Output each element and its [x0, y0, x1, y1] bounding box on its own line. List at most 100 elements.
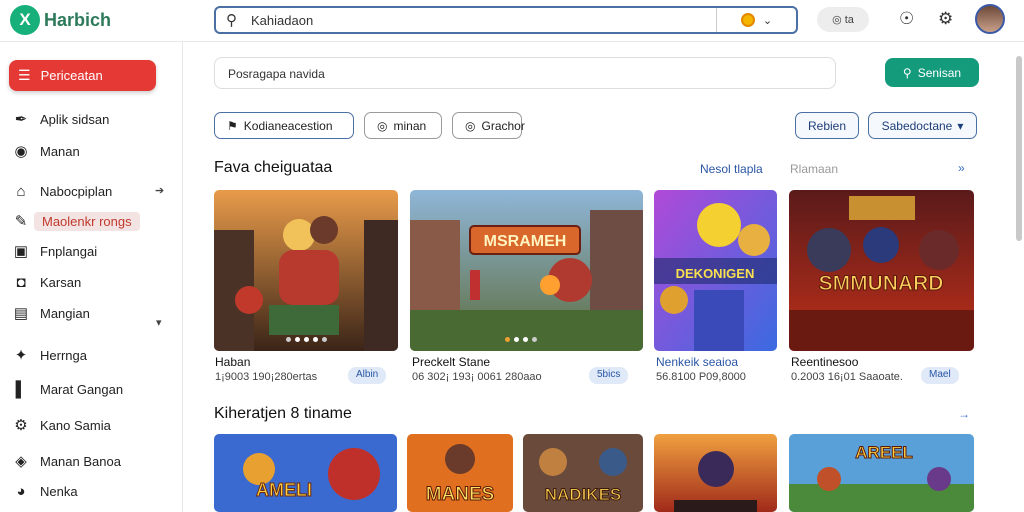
sidebar-item-label: Marat Gangan — [40, 381, 124, 397]
sidebar-item[interactable]: ▌ Marat Gangan — [12, 378, 123, 400]
chip-label: Grachor — [481, 118, 525, 133]
app-name: Harbich — [44, 9, 112, 30]
game-meta: 06 302¡ 193¡ 0061 280aao — [412, 371, 542, 383]
sidebar-item[interactable]: ⌂ Nabocpiplan — [12, 180, 112, 202]
game-art-title: MSRAMEH — [484, 233, 567, 250]
search-button-label: Senisan — [917, 65, 962, 80]
game-title[interactable]: Nenkeik seaioa — [656, 355, 738, 369]
sidebar-item[interactable]: ✎ Maolenkr rongs — [12, 210, 140, 232]
sidebar-item-label: Kano Samia — [40, 417, 111, 433]
game-card-image[interactable]: AMELI — [214, 434, 397, 512]
game-art — [214, 190, 398, 351]
filter-chip[interactable]: ◎ minan — [364, 112, 442, 139]
refresh-button[interactable]: Rebien — [795, 112, 859, 139]
arrow-right-icon[interactable]: ➔ — [155, 184, 164, 197]
sidebar-item[interactable]: ◕ Nenka — [12, 480, 77, 502]
chevron-down-icon: ▾ — [957, 118, 964, 133]
sidebar-item[interactable]: ◈ Manan Banoa — [12, 450, 121, 472]
carousel-dots[interactable] — [286, 337, 327, 342]
game-card-image[interactable] — [654, 434, 777, 512]
game-art: SMMUNARD — [789, 190, 974, 351]
game-art — [654, 434, 777, 512]
status-pill[interactable]: ◎ ta — [817, 7, 869, 32]
notification-icon[interactable]: ⚙ — [938, 9, 953, 29]
star-icon: ✦ — [14, 347, 28, 364]
game-meta: 0.2003 16¡01 Saaoate. — [791, 371, 903, 383]
game-art-title: SMMUNARD — [819, 272, 944, 295]
search-bar[interactable]: ⚲ Kahiadaon ⌄ — [214, 6, 798, 34]
search-filter[interactable]: ⌄ — [716, 8, 796, 32]
game-title[interactable]: Haban — [215, 355, 250, 369]
sidebar-item[interactable]: ◘ Karsan — [12, 271, 81, 293]
edit-icon: ✎ — [14, 213, 28, 230]
chat-icon: ◉ — [14, 143, 28, 160]
game-art-title: NADIKES — [545, 485, 622, 504]
game-art: NADIKES — [523, 434, 643, 512]
chevron-down-icon[interactable]: ▾ — [156, 316, 162, 329]
filter-chip[interactable]: ◎ Grachor — [452, 112, 525, 139]
sidebar-item-label: Manan — [40, 143, 80, 159]
logo-icon: X — [10, 5, 40, 35]
carousel-dots[interactable] — [505, 337, 537, 342]
game-art: AMELI — [214, 434, 397, 512]
game-card-image[interactable]: AREEL — [789, 434, 974, 512]
double-arrow-icon[interactable]: » — [958, 161, 965, 175]
app-logo[interactable]: X Harbich — [10, 5, 111, 35]
game-meta: 1¡9003 190¡280ertas — [215, 371, 318, 383]
circle-icon: ◎ — [465, 118, 476, 133]
sidebar-item-label: Nabocpiplan — [40, 183, 113, 199]
game-art: AREEL — [789, 434, 974, 512]
game-badge[interactable]: 5bics — [589, 367, 629, 384]
game-card-image[interactable] — [214, 190, 398, 351]
sidebar-item[interactable]: ▤ Mangian — [12, 302, 90, 324]
game-card-image[interactable]: MSRAMEH — [410, 190, 643, 351]
sidebar-item[interactable]: ✦ Herrnga — [12, 344, 87, 366]
sort-select-value: Sabedoctane — [881, 118, 953, 133]
bookmark-icon: ▌ — [15, 380, 27, 398]
main-search-input[interactable]: Posragapa navida — [214, 57, 836, 89]
sidebar-item-label: Aplik sidsan — [40, 111, 110, 127]
sidebar-item-label: Mangian — [40, 305, 90, 321]
section-link[interactable]: Rlamaan — [790, 162, 838, 176]
game-badge[interactable]: Albin — [348, 367, 387, 384]
coin-icon — [740, 13, 755, 27]
section-title: Fava cheiguataa — [214, 159, 333, 176]
search-button[interactable]: ⚲ Senisan — [885, 58, 979, 87]
sidebar-item[interactable]: ✒ Aplik sidsan — [12, 108, 110, 130]
chip-label: minan — [393, 118, 427, 133]
circle-icon: ◎ — [377, 118, 388, 133]
game-card-image[interactable]: SMMUNARD — [789, 190, 974, 351]
settings-icon[interactable]: ☉ — [899, 9, 914, 29]
search-icon: ⚲ — [226, 12, 237, 29]
pen-icon: ✒ — [14, 111, 28, 128]
sidebar-item-active[interactable]: ☰ Periceatan — [9, 60, 156, 91]
game-art-title: AREEL — [855, 443, 913, 462]
sidebar-item-label: Fnplangai — [40, 243, 98, 259]
user-icon: ⚑ — [227, 118, 238, 133]
game-badge[interactable]: Mael — [921, 367, 959, 384]
sidebar-item-label: Herrnga — [40, 347, 87, 363]
sidebar-item[interactable]: ⚙ Kano Samia — [12, 414, 111, 436]
game-title[interactable]: Reentinesoo — [791, 355, 858, 369]
filter-chip[interactable]: ⚑ Kodianeacestion — [214, 112, 354, 139]
scrollbar[interactable] — [1016, 56, 1022, 241]
game-card-image[interactable]: NADIKES — [523, 434, 643, 512]
search-input[interactable]: Kahiadaon — [251, 13, 313, 28]
sidebar-item[interactable]: ◉ Manan — [12, 140, 80, 162]
chevron-down-icon: ⌄ — [762, 14, 773, 27]
game-title[interactable]: Preckelt Stane — [412, 355, 490, 369]
search-icon: ⚲ — [902, 65, 912, 80]
game-card-image[interactable]: DEKONIGEN — [654, 190, 777, 351]
sidebar-item-label: Manan Banoa — [40, 453, 121, 469]
arrow-right-icon[interactable]: → — [958, 407, 970, 421]
heart-icon: ◘ — [16, 273, 26, 291]
sort-select[interactable]: Sabedoctane ▾ — [868, 112, 977, 139]
avatar[interactable] — [975, 4, 1005, 34]
clock-icon: ◕ — [16, 482, 26, 500]
game-art: DEKONIGEN — [654, 190, 777, 351]
game-card-image[interactable]: MANES — [407, 434, 513, 512]
sidebar-item[interactable]: ▣ Fnplangai — [12, 240, 97, 262]
section-link[interactable]: Nesol tlapla — [700, 162, 763, 176]
game-art: MSRAMEH — [410, 190, 643, 351]
game-art-title: MANES — [426, 484, 495, 505]
